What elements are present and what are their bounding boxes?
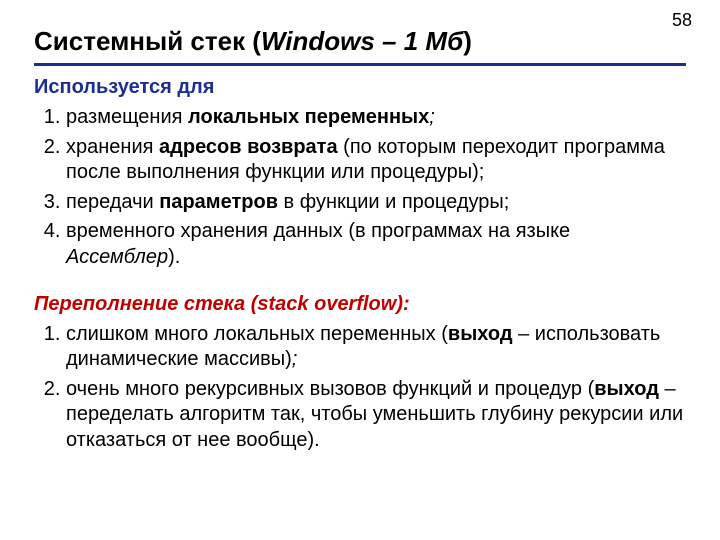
- title-close: ): [463, 26, 472, 56]
- slide: 58 Системный стек (Windows – 1 Мб) Испол…: [0, 0, 720, 540]
- section1-heading: Используется для: [34, 76, 686, 99]
- text: временного хранения данных (в программах…: [66, 220, 570, 242]
- list-item: размещения локальных переменных;: [66, 105, 686, 131]
- title-main: Системный стек (: [34, 26, 261, 56]
- section2-list: слишком много локальных переменных (выхо…: [38, 322, 686, 454]
- text: размещения: [66, 106, 188, 128]
- list-item: слишком много локальных переменных (выхо…: [66, 322, 686, 373]
- text: очень много рекурсивных вызовов функций …: [66, 378, 594, 400]
- list-item: очень много рекурсивных вызовов функций …: [66, 377, 686, 454]
- text-bold: параметров: [159, 191, 278, 213]
- text-italic: ;: [429, 106, 435, 128]
- list-item: передачи параметров в функции и процедур…: [66, 190, 686, 216]
- text: передачи: [66, 191, 159, 213]
- text-italic: ;: [292, 348, 298, 370]
- text-bold: адресов возврата: [159, 136, 338, 158]
- text: хранения: [66, 136, 159, 158]
- text-italic: Ассемблер: [66, 246, 168, 268]
- title-paren: Windows – 1 Мб: [261, 26, 463, 56]
- section2-heading: Переполнение стека (stack overflow):: [34, 293, 686, 316]
- slide-title: Системный стек (Windows – 1 Мб): [34, 26, 686, 66]
- page-number: 58: [672, 10, 692, 31]
- text-bold: выход: [594, 378, 659, 400]
- text-bold: выход: [448, 323, 513, 345]
- section1-list: размещения локальных переменных; хранени…: [38, 105, 686, 271]
- text-bold: локальных переменных: [188, 106, 429, 128]
- text: ).: [168, 246, 180, 268]
- list-item: временного хранения данных (в программах…: [66, 219, 686, 270]
- text: в функции и процедуры;: [278, 191, 509, 213]
- list-item: хранения адресов возврата (по которым пе…: [66, 135, 686, 186]
- text: слишком много локальных переменных (: [66, 323, 448, 345]
